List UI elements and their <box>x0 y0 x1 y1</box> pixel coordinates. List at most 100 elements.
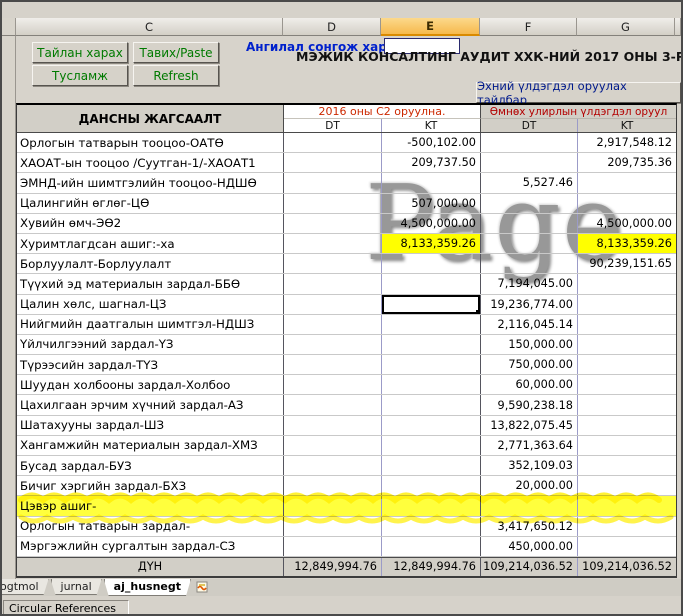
value-cell[interactable] <box>481 133 578 152</box>
account-name-cell[interactable]: Шуудан холбооны зардал-Холбоо <box>17 375 284 394</box>
total-label-cell[interactable]: ДҮН <box>17 558 284 576</box>
value-cell[interactable] <box>284 274 382 293</box>
value-cell[interactable] <box>481 234 578 253</box>
value-cell[interactable] <box>382 456 481 475</box>
value-cell[interactable] <box>578 375 676 394</box>
value-cell[interactable] <box>382 295 481 314</box>
refresh-button[interactable]: Refresh <box>133 65 219 86</box>
subheader-dt-2[interactable]: DT <box>481 119 578 132</box>
value-cell[interactable] <box>382 476 481 495</box>
row-header-strip[interactable] <box>2 36 16 579</box>
value-cell[interactable]: 60,000.00 <box>481 375 578 394</box>
value-cell[interactable]: 2,917,548.12 <box>578 133 676 152</box>
value-cell[interactable] <box>382 335 481 354</box>
value-cell[interactable] <box>578 194 676 213</box>
account-name-cell[interactable]: ЭМНД-ийн шимтгэлийн тооцоо-НДШӨ <box>17 173 284 192</box>
value-cell[interactable] <box>578 295 676 314</box>
value-cell[interactable] <box>284 537 382 556</box>
value-cell[interactable] <box>481 496 578 515</box>
value-cell[interactable]: 507,000.00 <box>382 194 481 213</box>
value-cell[interactable]: 90,239,151.65 <box>578 254 676 273</box>
account-name-cell[interactable]: Орлогын татварын зардал- <box>17 517 284 536</box>
value-cell[interactable]: 3,417,650.12 <box>481 517 578 536</box>
account-name-cell[interactable]: Хувийн өмч-ЭӨ2 <box>17 214 284 233</box>
value-cell[interactable] <box>382 517 481 536</box>
value-cell[interactable] <box>382 173 481 192</box>
value-cell[interactable]: 750,000.00 <box>481 355 578 374</box>
value-cell[interactable] <box>382 315 481 334</box>
select-all-corner[interactable] <box>2 18 16 36</box>
value-cell[interactable] <box>578 395 676 414</box>
value-cell[interactable] <box>284 234 382 253</box>
value-cell[interactable] <box>382 436 481 455</box>
value-cell[interactable] <box>284 517 382 536</box>
value-cell[interactable]: 150,000.00 <box>481 335 578 354</box>
total-value-cell[interactable]: 109,214,036.52 <box>578 558 676 576</box>
value-cell[interactable] <box>284 375 382 394</box>
value-cell[interactable] <box>284 496 382 515</box>
value-cell[interactable]: 4,500,000.00 <box>578 214 676 233</box>
value-cell[interactable] <box>578 496 676 515</box>
account-name-cell[interactable]: Нийгмийн даатгалын шимтгэл-НДШЗ <box>17 315 284 334</box>
sheet-tab-ogtmol[interactable]: ogtmol <box>2 579 49 595</box>
value-cell[interactable] <box>481 214 578 233</box>
value-cell[interactable] <box>284 335 382 354</box>
value-cell[interactable] <box>481 194 578 213</box>
value-cell[interactable] <box>382 537 481 556</box>
group-2016-header[interactable]: 2016 оны С2 оруулна. <box>284 105 481 119</box>
value-cell[interactable] <box>578 456 676 475</box>
account-name-cell[interactable]: Борлуулалт-Борлуулалт <box>17 254 284 273</box>
value-cell[interactable]: 7,194,045.00 <box>481 274 578 293</box>
account-name-cell[interactable]: Цахилгаан эрчим хүчний зардал-АЗ <box>17 395 284 414</box>
value-cell[interactable]: -500,102.00 <box>382 133 481 152</box>
value-cell[interactable]: 8,133,359.26 <box>578 234 676 253</box>
account-name-cell[interactable]: Мэргэжлийн сургалтын зардал-СЗ <box>17 537 284 556</box>
value-cell[interactable] <box>284 476 382 495</box>
value-cell[interactable]: 19,236,774.00 <box>481 295 578 314</box>
value-cell[interactable] <box>578 436 676 455</box>
value-cell[interactable] <box>284 436 382 455</box>
value-cell[interactable]: 20,000.00 <box>481 476 578 495</box>
value-cell[interactable] <box>284 194 382 213</box>
subheader-kt-2[interactable]: KT <box>578 119 676 132</box>
value-cell[interactable] <box>284 214 382 233</box>
sheet-tab-aj-husnegt-active[interactable]: aj_husnegt <box>104 579 191 596</box>
value-cell[interactable]: 13,822,075.45 <box>481 416 578 435</box>
value-cell[interactable]: 209,735.36 <box>578 153 676 172</box>
value-cell[interactable]: 450,000.00 <box>481 537 578 556</box>
total-value-cell[interactable]: 12,849,994.76 <box>284 558 382 576</box>
subheader-dt-1[interactable]: DT <box>284 119 382 132</box>
value-cell[interactable] <box>578 335 676 354</box>
account-name-cell[interactable]: Түүхий эд материалын зардал-ББӨ <box>17 274 284 293</box>
account-name-cell[interactable]: Шатахууны зардал-ШЗ <box>17 416 284 435</box>
total-value-cell[interactable]: 12,849,994.76 <box>382 558 481 576</box>
column-header-c[interactable]: C <box>16 18 283 36</box>
sheet-tab-jurnal[interactable]: jurnal <box>51 579 102 595</box>
value-cell[interactable] <box>284 315 382 334</box>
value-cell[interactable] <box>578 274 676 293</box>
value-cell[interactable] <box>481 254 578 273</box>
view-report-button[interactable]: Тайлан харах <box>32 42 128 63</box>
account-name-cell[interactable]: Бичиг хэргийн зардал-БХЗ <box>17 476 284 495</box>
account-name-cell[interactable]: ХАОАТ-ын тооцоо /Суутган-1/-ХАОАТ1 <box>17 153 284 172</box>
value-cell[interactable] <box>284 133 382 152</box>
value-cell[interactable] <box>382 375 481 394</box>
value-cell[interactable] <box>382 395 481 414</box>
help-button[interactable]: Тусламж <box>32 65 128 86</box>
account-name-cell[interactable]: Хуримтлагдсан ашиг:-ха <box>17 234 284 253</box>
value-cell[interactable]: 352,109.03 <box>481 456 578 475</box>
value-cell[interactable] <box>284 295 382 314</box>
value-cell[interactable] <box>382 254 481 273</box>
value-cell[interactable] <box>382 416 481 435</box>
value-cell[interactable] <box>578 355 676 374</box>
value-cell[interactable]: 2,116,045.14 <box>481 315 578 334</box>
value-cell[interactable] <box>284 173 382 192</box>
value-cell[interactable]: 8,133,359.26 <box>382 234 481 253</box>
column-header-e-selected[interactable]: E <box>381 18 480 36</box>
value-cell[interactable] <box>284 416 382 435</box>
accounts-header[interactable]: ДАНСНЫ ЖАГСААЛТ <box>17 105 284 132</box>
opening-balance-button[interactable]: Эхний үлдэгдэл оруулах тайлбар <box>476 82 681 103</box>
value-cell[interactable] <box>284 153 382 172</box>
value-cell[interactable] <box>578 416 676 435</box>
value-cell[interactable]: 2,771,363.64 <box>481 436 578 455</box>
